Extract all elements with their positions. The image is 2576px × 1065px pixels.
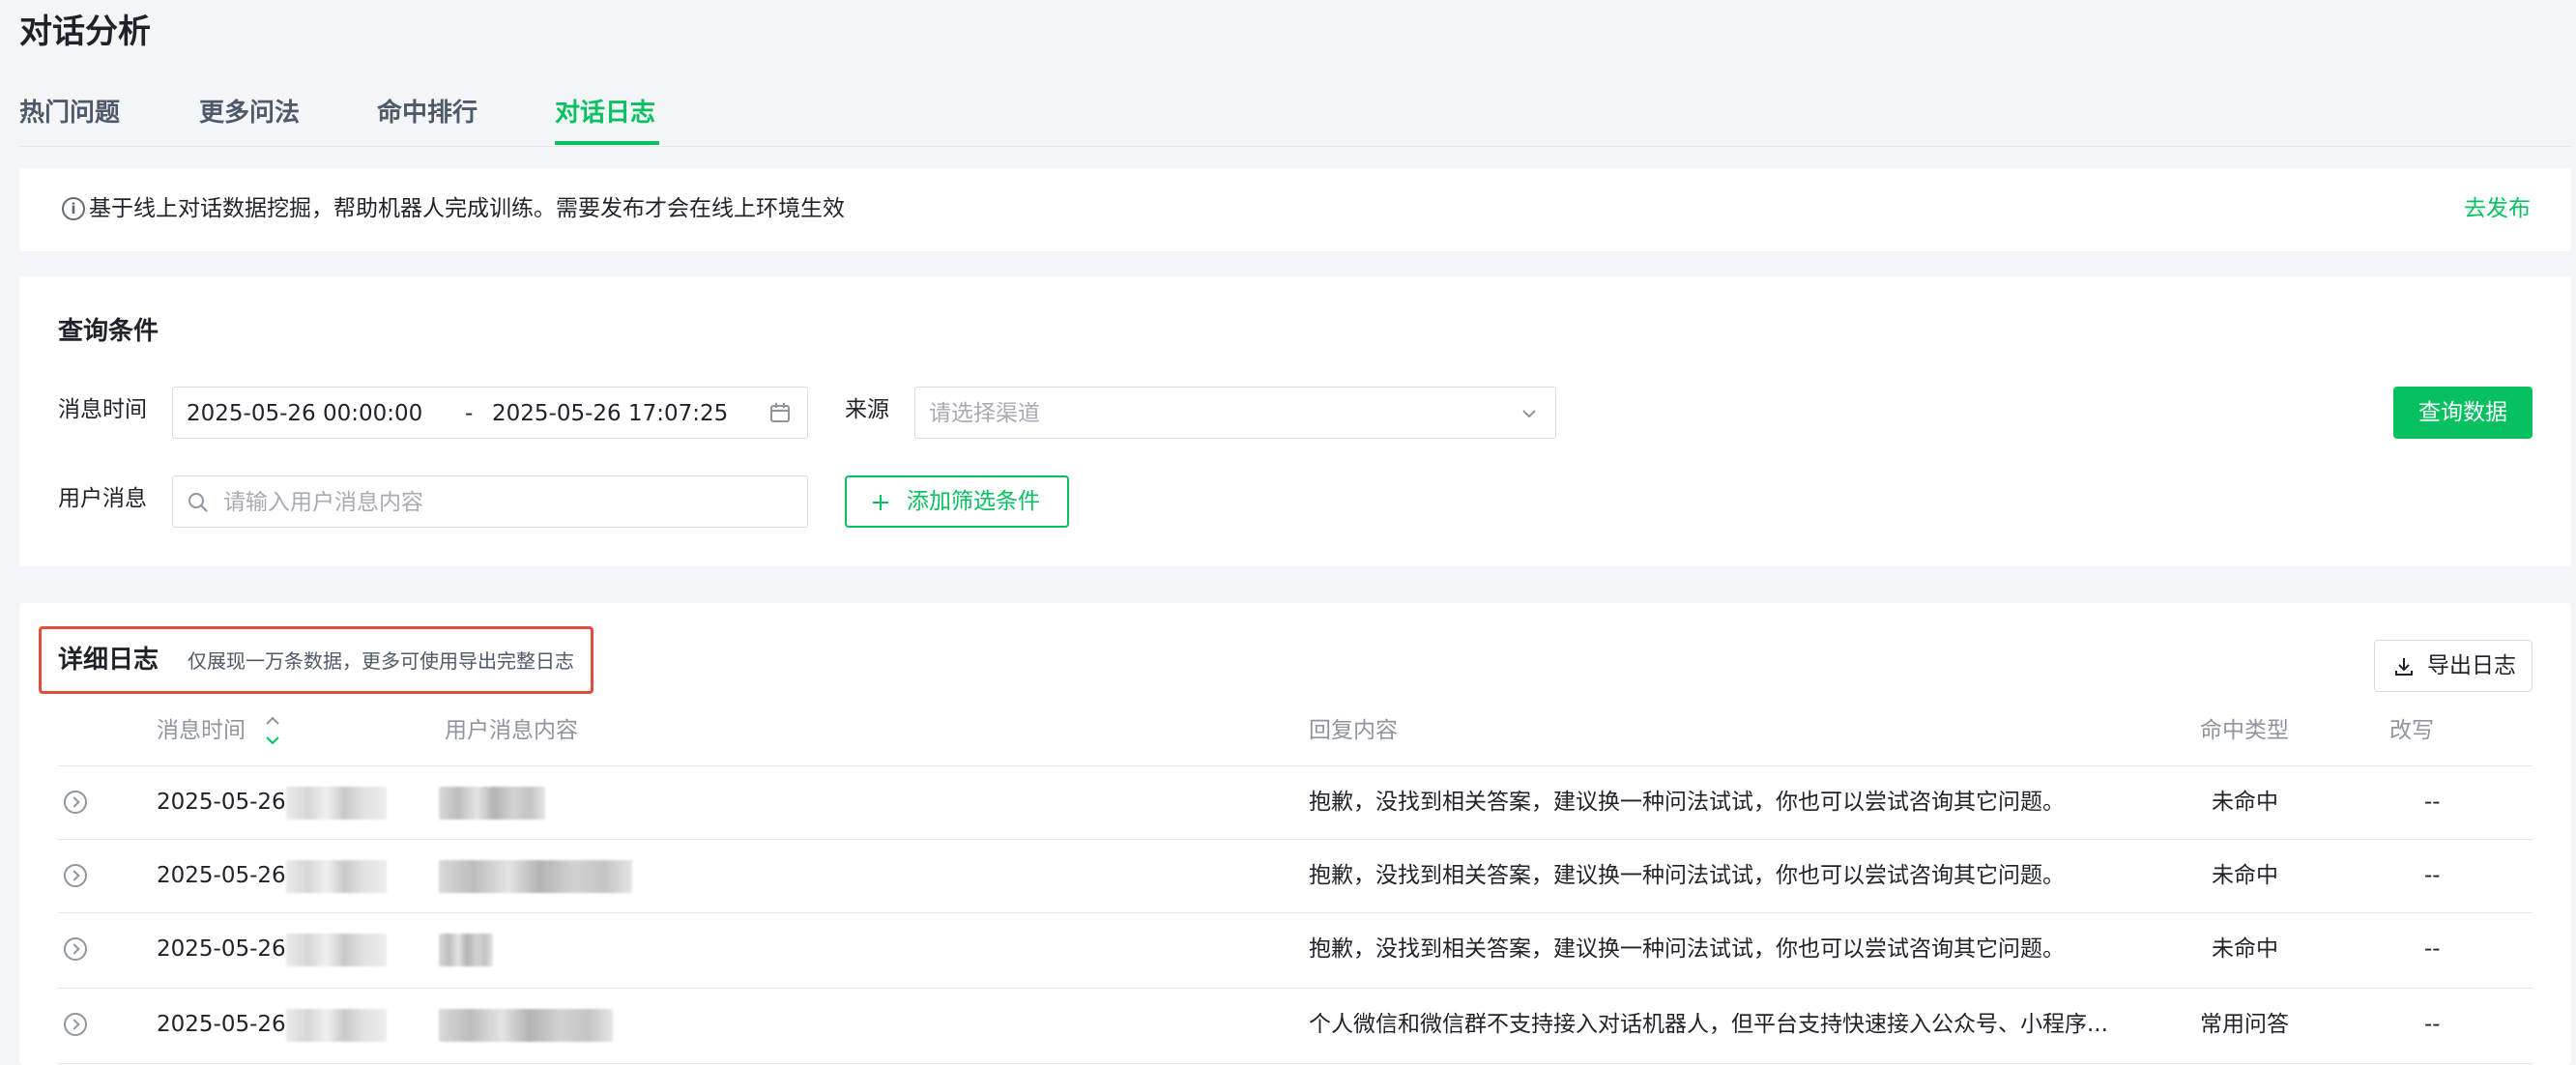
redacted-time (286, 934, 387, 966)
end-time-value[interactable]: 2025-05-26 17:07:25 (492, 399, 728, 428)
row-rewrite: -- (2424, 1012, 2441, 1037)
date-range-separator: - (465, 401, 474, 426)
sort-icon[interactable] (263, 713, 282, 748)
row-reply: 抱歉，没找到相关答案，建议换一种问法试试，你也可以尝试咨询其它问题。 (1309, 863, 2065, 888)
table-header-divider (58, 765, 2533, 766)
detail-log-panel: 详细日志 仅展现一万条数据，更多可使用导出完整日志 导出日志 消息时间 用户消息… (19, 603, 2571, 1065)
notice-text: 基于线上对话数据挖掘，帮助机器人完成训练。需要发布才会在线上环境生效 (89, 196, 845, 221)
row-time: 2025-05-26 (157, 936, 286, 962)
expand-row-icon[interactable] (64, 864, 87, 887)
start-time-value[interactable]: 2025-05-26 00:00:00 (187, 399, 422, 428)
export-log-label: 导出日志 (2427, 653, 2516, 678)
row-divider (58, 988, 2533, 989)
add-filter-label: 添加筛选条件 (907, 489, 1040, 514)
user-message-label: 用户消息 (58, 486, 147, 511)
redacted-user-message (439, 860, 632, 893)
row-divider (58, 912, 2533, 913)
redacted-user-message (439, 787, 545, 820)
chevron-down-icon (1522, 410, 1536, 418)
tab-bar: 热门问题 更多问法 命中排行 对话日志 (19, 93, 2571, 147)
redacted-time (286, 787, 387, 820)
row-rewrite: -- (2424, 863, 2441, 888)
row-hit-type: 未命中 (2212, 790, 2278, 815)
row-hit-type: 未命中 (2212, 863, 2278, 888)
row-hit-type: 常用问答 (2200, 1012, 2289, 1037)
query-section-title: 查询条件 (58, 317, 159, 346)
tab-more-phrasings[interactable]: 更多问法 (199, 97, 300, 130)
download-icon (2395, 658, 2413, 676)
column-header-time: 消息时间 (157, 718, 246, 743)
row-divider (58, 1063, 2533, 1064)
tab-hot-questions[interactable]: 热门问题 (19, 97, 120, 130)
row-rewrite: -- (2424, 790, 2441, 815)
query-panel: 查询条件 消息时间 2025-05-26 00:00:00 - 2025-05-… (19, 276, 2571, 566)
column-header-hit-type: 命中类型 (2200, 718, 2289, 743)
search-icon (188, 493, 208, 512)
log-section-title: 详细日志 (58, 646, 159, 675)
redacted-time (286, 860, 387, 893)
dialog-analysis-page: 对话分析 热门问题 更多问法 命中排行 对话日志 i 基于线上对话数据挖掘，帮助… (0, 0, 2576, 1065)
message-time-label: 消息时间 (58, 397, 147, 422)
redacted-user-message (439, 1009, 613, 1042)
row-reply: 个人微信和微信群不支持接入对话机器人，但平台支持快速接入公众号、小程序... (1309, 1012, 2108, 1037)
redacted-user-message (439, 934, 493, 966)
user-message-placeholder: 请输入用户消息内容 (223, 490, 423, 515)
tab-hit-ranking[interactable]: 命中排行 (377, 97, 478, 130)
row-rewrite: -- (2424, 936, 2441, 962)
source-placeholder: 请选择渠道 (929, 401, 1040, 426)
row-hit-type: 未命中 (2212, 936, 2278, 962)
add-filter-button[interactable]: 添加筛选条件 (845, 475, 1069, 528)
date-range-picker[interactable]: 2025-05-26 00:00:00 - 2025-05-26 17:07:2… (172, 387, 808, 439)
tab-dialog-log[interactable]: 对话日志 (555, 97, 655, 130)
active-tab-indicator (555, 141, 659, 145)
expand-row-icon[interactable] (64, 791, 87, 814)
column-header-reply: 回复内容 (1309, 718, 1398, 743)
info-icon: i (62, 197, 85, 220)
log-subtitle: 仅展现一万条数据，更多可使用导出完整日志 (188, 649, 574, 673)
source-label: 来源 (845, 397, 889, 422)
column-header-rewrite: 改写 (2389, 718, 2434, 743)
plus-icon (873, 495, 888, 510)
user-message-search-input[interactable]: 请输入用户消息内容 (172, 475, 808, 528)
calendar-icon (770, 403, 790, 422)
row-time: 2025-05-26 (157, 1012, 286, 1037)
source-select[interactable]: 请选择渠道 (914, 387, 1556, 439)
row-reply: 抱歉，没找到相关答案，建议换一种问法试试，你也可以尝试咨询其它问题。 (1309, 936, 2065, 962)
row-reply: 抱歉，没找到相关答案，建议换一种问法试试，你也可以尝试咨询其它问题。 (1309, 790, 2065, 815)
expand-row-icon[interactable] (64, 1013, 87, 1036)
publish-link[interactable]: 去发布 (2464, 193, 2531, 224)
redacted-time (286, 1009, 387, 1042)
expand-row-icon[interactable] (64, 937, 87, 961)
column-header-message: 用户消息内容 (445, 718, 578, 743)
page-title: 对话分析 (19, 13, 151, 51)
row-time: 2025-05-26 (157, 790, 286, 815)
notice-banner: i 基于线上对话数据挖掘，帮助机器人完成训练。需要发布才会在线上环境生效 去发布 (19, 168, 2571, 251)
row-time: 2025-05-26 (157, 863, 286, 888)
query-data-button[interactable]: 查询数据 (2393, 387, 2533, 439)
row-divider (58, 839, 2533, 840)
export-log-button[interactable]: 导出日志 (2374, 640, 2533, 692)
